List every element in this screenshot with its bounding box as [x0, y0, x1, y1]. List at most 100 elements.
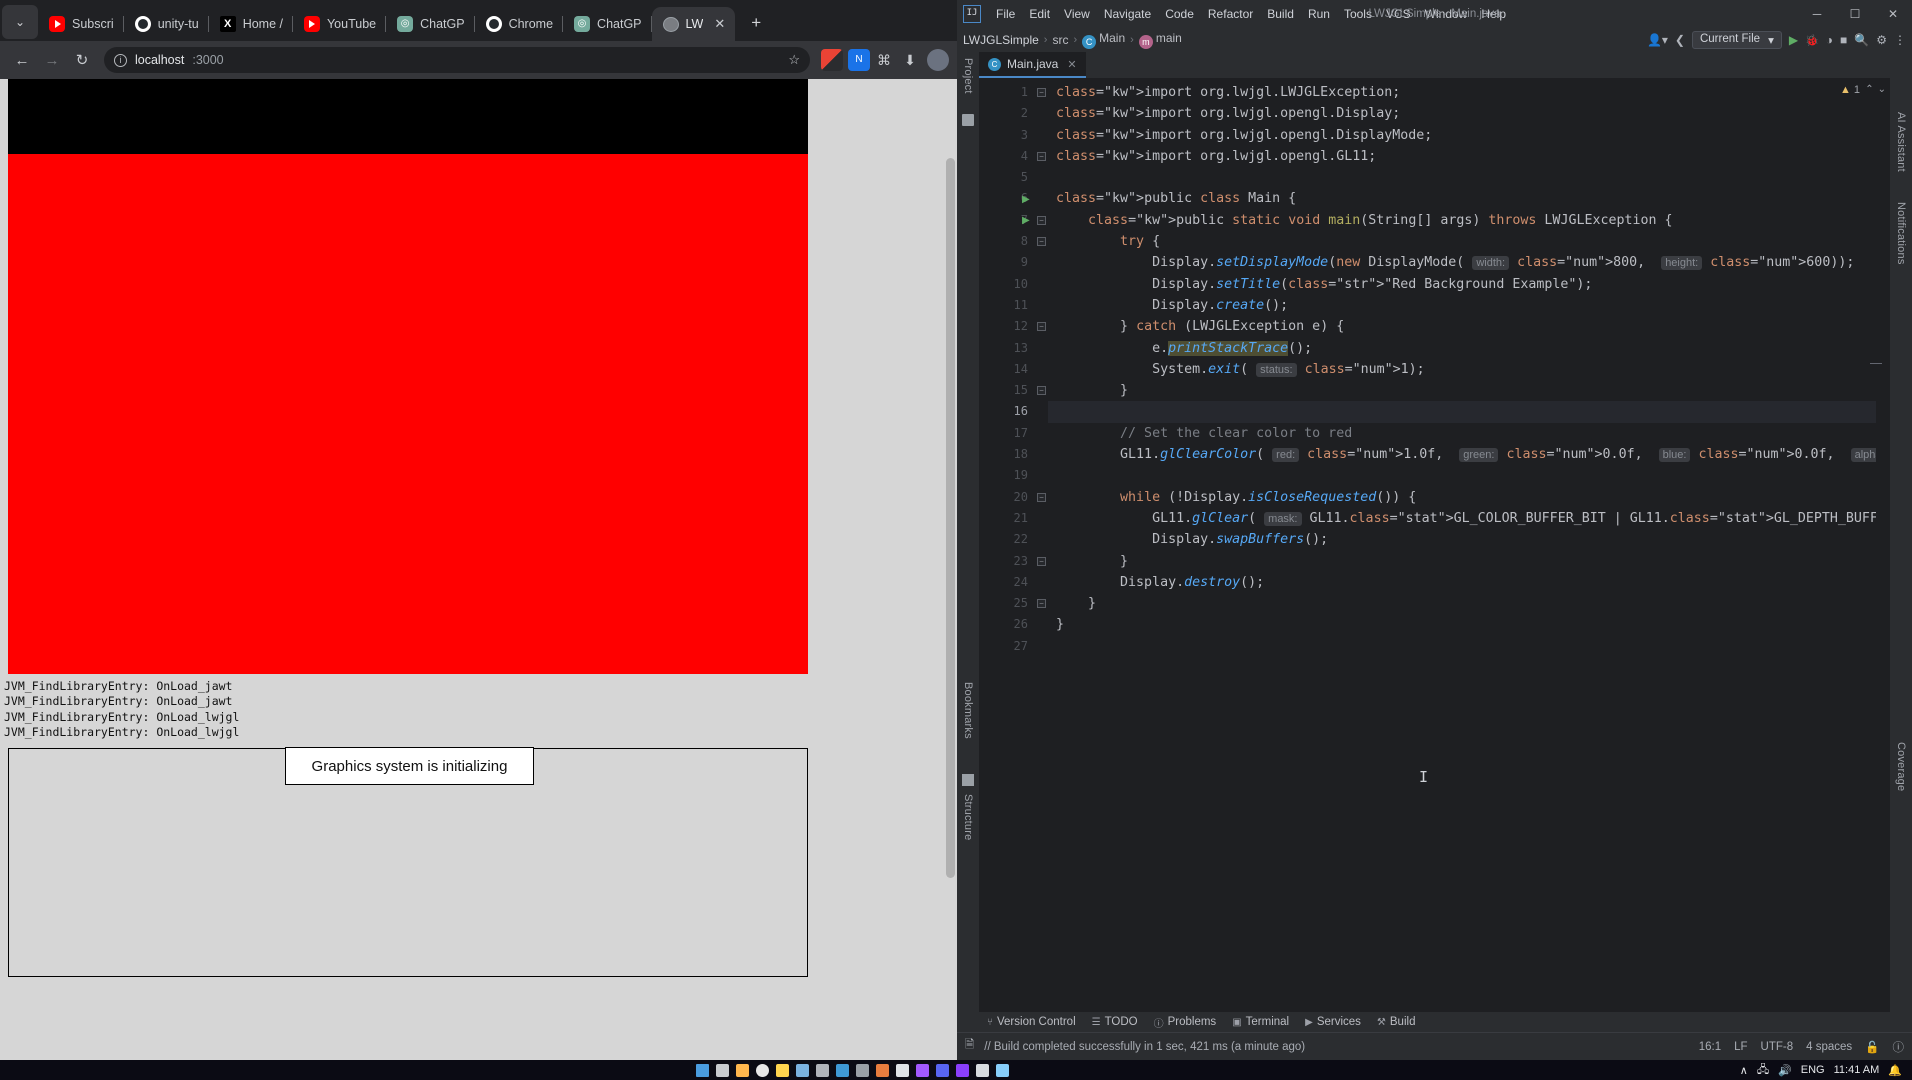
- menu-build[interactable]: Build: [1260, 4, 1301, 24]
- page-scrollbar-thumb[interactable]: [946, 158, 955, 878]
- taskbar-file-explorer-icon[interactable]: [732, 1061, 752, 1079]
- editor-gutter[interactable]: 1 2 3 4 5 6 ▶ 7 ▶ 8 9 10 11 12 13 14 15 16 17 18 19 20 21 22 23 2…: [979, 78, 1034, 1012]
- volume-icon[interactable]: 🔊: [1778, 1064, 1792, 1077]
- code-line[interactable]: [1048, 465, 1876, 486]
- taskbar-discord-icon[interactable]: [932, 1061, 952, 1079]
- code-line[interactable]: try {: [1048, 231, 1876, 252]
- browser-tab-4[interactable]: ◎ ChatGP: [386, 7, 475, 41]
- code-line[interactable]: // Set the clear color to red: [1048, 423, 1876, 444]
- code-line[interactable]: e.printStackTrace();: [1048, 338, 1876, 359]
- taskbar-unity-icon[interactable]: [852, 1061, 872, 1079]
- tool-window-services[interactable]: ▶ Services: [1305, 1016, 1361, 1028]
- code-line[interactable]: System.exit( status: class="num">1);: [1048, 359, 1876, 380]
- tab-search-chevron-icon[interactable]: ⌄: [2, 5, 38, 39]
- code-line[interactable]: Display.swapBuffers();: [1048, 529, 1876, 550]
- taskbar-cmd-icon[interactable]: [972, 1061, 992, 1079]
- folder-icon[interactable]: [962, 114, 974, 126]
- breadcrumb-src[interactable]: src: [1052, 33, 1068, 47]
- extension-red-icon[interactable]: [821, 49, 843, 71]
- menu-view[interactable]: View: [1057, 4, 1097, 24]
- menu-refactor[interactable]: Refactor: [1201, 4, 1260, 24]
- taskbar-chrome-icon[interactable]: [752, 1061, 772, 1079]
- lock-icon[interactable]: 🔓: [1865, 1040, 1879, 1054]
- editor-fold-column[interactable]: − − − − − − − − −: [1034, 78, 1048, 1012]
- extension-blue-icon[interactable]: N: [848, 49, 870, 71]
- site-info-icon[interactable]: i: [114, 53, 127, 67]
- debug-button[interactable]: 🐞: [1805, 34, 1819, 47]
- code-line[interactable]: }: [1048, 380, 1876, 401]
- menu-code[interactable]: Code: [1158, 4, 1201, 24]
- indent-setting[interactable]: 4 spaces: [1806, 1041, 1852, 1053]
- menu-file[interactable]: File: [989, 4, 1022, 24]
- stop-button[interactable]: ■: [1840, 33, 1847, 47]
- bookmark-star-icon[interactable]: ☆: [788, 52, 800, 68]
- code-fold-toggle[interactable]: −: [1037, 215, 1046, 225]
- code-fold-toggle[interactable]: −: [1037, 492, 1046, 502]
- search-icon[interactable]: 🔍: [1854, 33, 1869, 47]
- taskbar-blender-icon[interactable]: [872, 1061, 892, 1079]
- tray-chevron-icon[interactable]: ∧: [1740, 1064, 1748, 1077]
- clock[interactable]: 11:41 AM: [1834, 1064, 1880, 1076]
- tool-window-problems[interactable]: ⓘ Problems: [1154, 1015, 1217, 1030]
- code-line[interactable]: }: [1048, 551, 1876, 572]
- code-line[interactable]: }: [1048, 614, 1876, 635]
- taskbar-intellij-icon[interactable]: [992, 1061, 1012, 1079]
- breadcrumb-project[interactable]: LWJGLSimple: [963, 33, 1039, 47]
- language-indicator[interactable]: ENG: [1801, 1064, 1825, 1076]
- run-configuration-selector[interactable]: Current File ▾: [1691, 31, 1782, 49]
- taskbar-affinity-icon[interactable]: [952, 1061, 972, 1079]
- browser-tab-1[interactable]: unity-tu: [124, 7, 209, 41]
- tool-window-terminal[interactable]: ▣ Terminal: [1232, 1016, 1289, 1028]
- tool-button-coverage[interactable]: Coverage: [1895, 742, 1907, 791]
- menu-vcs[interactable]: VCS: [1379, 4, 1418, 24]
- inspection-warning-badge[interactable]: ▲ 1: [1840, 84, 1860, 96]
- browser-tab-7[interactable]: LW ✕: [651, 7, 736, 41]
- taskbar-settings-icon[interactable]: [812, 1061, 832, 1079]
- reload-button[interactable]: ↻: [68, 46, 96, 74]
- user-avatar-icon[interactable]: 👤▾: [1647, 33, 1668, 47]
- menu-navigate[interactable]: Navigate: [1097, 4, 1158, 24]
- settings-gear-icon[interactable]: ⚙: [1876, 33, 1887, 47]
- back-button[interactable]: ←: [8, 46, 36, 74]
- tab-close-icon[interactable]: ✕: [710, 16, 725, 32]
- file-tab-close-icon[interactable]: ✕: [1067, 58, 1076, 71]
- run-gutter-icon[interactable]: ▶: [1022, 215, 1030, 226]
- inspection-nav[interactable]: ⌃ ⌄: [1865, 84, 1886, 95]
- code-fold-toggle[interactable]: −: [1037, 88, 1046, 97]
- taskbar-start-windows-icon[interactable]: [692, 1061, 712, 1079]
- file-tab-main-java[interactable]: C Main.java ✕: [979, 52, 1086, 78]
- inspection-prev-icon[interactable]: ⌃: [1865, 84, 1873, 95]
- menu-edit[interactable]: Edit: [1022, 4, 1057, 24]
- code-line[interactable]: Display.setDisplayMode(new DisplayMode( …: [1048, 252, 1876, 273]
- tool-button-notifications[interactable]: Notifications: [1895, 202, 1907, 265]
- code-line[interactable]: [1048, 167, 1876, 188]
- run-button[interactable]: ▶: [1789, 33, 1798, 47]
- browser-tab-3[interactable]: YouTube: [293, 7, 387, 41]
- menu-run[interactable]: Run: [1301, 4, 1337, 24]
- code-line[interactable]: class="kw">import org.lwjgl.LWJGLExcepti…: [1048, 82, 1876, 103]
- code-line[interactable]: class="kw">import org.lwjgl.opengl.GL11;: [1048, 146, 1876, 167]
- taskbar-chart-icon[interactable]: [792, 1061, 812, 1079]
- network-icon[interactable]: 🖧: [1757, 1061, 1769, 1080]
- code-line[interactable]: GL11.glClearColor( red: class="num">1.0f…: [1048, 444, 1876, 465]
- window-minimize-button[interactable]: ─: [1798, 0, 1836, 28]
- browser-tab-2[interactable]: X Home /: [209, 7, 293, 41]
- code-fold-toggle[interactable]: −: [1037, 237, 1046, 247]
- code-line[interactable]: Display.create();: [1048, 295, 1876, 316]
- tool-button-structure[interactable]: Structure: [962, 794, 974, 840]
- bookmark-icon[interactable]: [962, 774, 974, 786]
- window-maximize-button[interactable]: ☐: [1836, 0, 1874, 28]
- menu-help[interactable]: Help: [1474, 4, 1513, 24]
- profile-avatar-icon[interactable]: [927, 49, 949, 71]
- forward-button[interactable]: →: [38, 46, 66, 74]
- run-gutter-icon[interactable]: ▶: [1022, 194, 1030, 205]
- back-arrow-icon[interactable]: ❮: [1675, 33, 1685, 47]
- browser-tab-0[interactable]: Subscri: [38, 7, 124, 41]
- taskbar-godot-icon[interactable]: [892, 1061, 912, 1079]
- coverage-button[interactable]: ◑: [1826, 33, 1833, 47]
- tool-window-build[interactable]: ⚒ Build: [1377, 1016, 1416, 1028]
- code-fold-toggle[interactable]: −: [1037, 322, 1046, 332]
- code-line[interactable]: } catch (LWJGLException e) {: [1048, 316, 1876, 337]
- taskbar-search-icon[interactable]: [712, 1061, 732, 1079]
- code-line[interactable]: class="kw">import org.lwjgl.opengl.Displ…: [1048, 103, 1876, 124]
